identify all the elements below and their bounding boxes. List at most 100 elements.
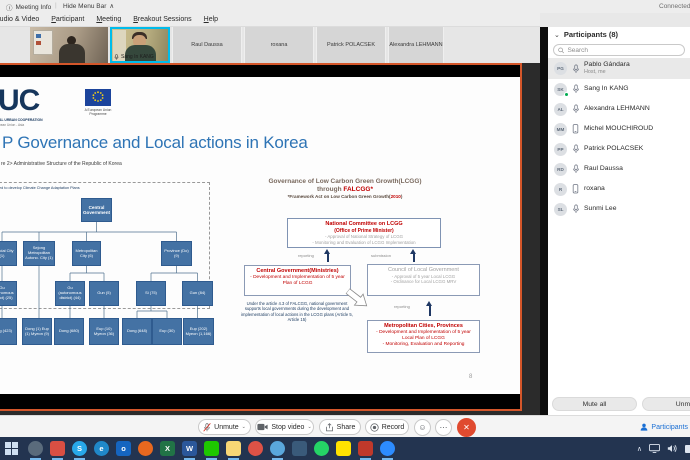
participant-row[interactable]: RD Raul Daussa	[548, 159, 690, 179]
hide-menu-bar-button[interactable]: Hide Menu Bar ∧	[63, 2, 114, 10]
org-box: Gu (autonomous district) (44)	[55, 281, 85, 306]
mic-icon	[571, 164, 580, 174]
lcgg-note: Under the article 4.3 of FALCGG, nationa…	[241, 301, 353, 323]
figure-caption: re 2> Administrative Structure of the Re…	[1, 161, 122, 167]
video-tile-active-speaker[interactable]: Sang In KANG	[110, 27, 170, 63]
name-tile[interactable]: Raul Daussa	[172, 27, 242, 63]
info-icon: ⓘ	[6, 2, 13, 12]
more-icon: ⋯	[440, 423, 448, 432]
taskbar-icon-zoom[interactable]	[380, 441, 395, 456]
name-tile[interactable]: Patrick POLACSEK	[316, 27, 386, 63]
menu-breakout-sessions[interactable]: Breakout Sessions	[133, 16, 191, 23]
video-tile-1[interactable]	[30, 27, 108, 63]
org-box-root: Central Government	[81, 198, 112, 222]
org-box: Dong (1) Eup (1) Myeon (9)	[22, 318, 52, 345]
stop-video-button[interactable]: Stop video ⌄	[255, 419, 314, 435]
participant-row[interactable]: MM Michel MOUCHIROUD	[548, 119, 690, 139]
mic-icon	[571, 144, 580, 154]
search-icon	[558, 47, 564, 54]
avatar: AL	[554, 103, 567, 116]
system-tray: ∧	[637, 437, 690, 460]
menubar: Audio & Video Participant Meeting Breako…	[0, 13, 540, 27]
mic-icon	[571, 64, 580, 74]
iuc-logo: UC	[0, 86, 39, 116]
taskbar-icon-kakaotalk[interactable]	[336, 441, 351, 456]
name-tile[interactable]: Alexandra LEHMANN	[388, 27, 444, 63]
speaker-icon[interactable]	[667, 444, 677, 453]
video-name-label: Sang In KANG	[114, 54, 154, 60]
titlebar-divider: |	[55, 2, 57, 9]
taskbar-icon-people[interactable]	[28, 441, 43, 456]
reporting-label: reporting	[394, 304, 410, 309]
taskbar-icon-chrome[interactable]	[248, 441, 263, 456]
org-box: Dong (648)	[122, 318, 152, 345]
mic-icon	[571, 204, 580, 214]
participant-row[interactable]: AL Alexandra LEHMANN	[548, 99, 690, 119]
mic-icon	[571, 104, 580, 114]
phone-icon	[571, 184, 580, 194]
org-box: Eup (30)	[152, 318, 182, 345]
chevron-down-icon[interactable]: ⌄	[242, 424, 246, 430]
taskbar-icon-outlook[interactable]: o	[116, 441, 131, 456]
taskbar-icon-excel[interactable]: X	[160, 441, 175, 456]
menu-participant[interactable]: Participant	[51, 16, 84, 23]
taskbar-icon-edge[interactable]: e	[94, 441, 109, 456]
video-filmstrip: Sang In KANG Raul Daussa roxana Patrick …	[0, 27, 540, 63]
connection-status: Connected	[659, 3, 690, 10]
participants-toggle-button[interactable]: Participants	[640, 423, 688, 431]
name-tile[interactable]: roxana	[244, 27, 314, 63]
taskbar-icon-app-navy[interactable]	[292, 441, 307, 456]
close-icon: ✕	[463, 423, 470, 432]
host-label: Host, me	[584, 69, 630, 75]
shared-screen-window: UC AL URBAN COOPERATION pean Union - Asi…	[0, 63, 522, 411]
org-box: Dong (680)	[54, 318, 84, 345]
unmute-button[interactable]: Unmute ⌄	[198, 419, 251, 435]
up-arrow	[426, 301, 433, 316]
org-box: Si (75)	[136, 281, 166, 306]
reporting-label: reporting	[298, 253, 314, 258]
taskbar-icon-app-red-white[interactable]	[50, 441, 65, 456]
leave-meeting-button[interactable]: ✕	[457, 418, 476, 437]
unmute-all-button[interactable]: Unmute all	[642, 397, 690, 411]
taskbar-icon-file-explorer[interactable]	[226, 441, 241, 456]
org-box: Eup (10) Myeon (36)	[89, 318, 119, 345]
taskbar-icon-app-blue[interactable]	[270, 441, 285, 456]
participant-row[interactable]: PG Pablo GándaraHost, me	[548, 58, 690, 79]
participants-header[interactable]: ⌄ Participants (8)	[554, 30, 618, 39]
menu-help[interactable]: Help	[204, 16, 218, 23]
menu-audio-video[interactable]: Audio & Video	[0, 16, 39, 23]
up-arrow	[324, 249, 331, 262]
lcgg-council-box: Council of Local Government - Approval o…	[367, 264, 480, 296]
taskbar-icon-whatsapp[interactable]	[314, 441, 329, 456]
reactions-button[interactable]: ☺	[414, 419, 431, 436]
participant-row[interactable]: SL Sunmi Lee	[548, 199, 690, 219]
chevron-down-icon[interactable]: ⌄	[307, 424, 311, 430]
meeting-controls: Unmute ⌄ Stop video ⌄ Share Record ☺ ⋯ ✕…	[0, 415, 690, 437]
more-options-button[interactable]: ⋯	[435, 419, 452, 436]
taskbar-icon-word[interactable]: W	[182, 441, 197, 456]
submission-label: submission	[371, 253, 391, 258]
search-input[interactable]	[567, 47, 680, 54]
taskbar-icon-firefox[interactable]	[138, 441, 153, 456]
menu-meeting[interactable]: Meeting	[96, 16, 121, 23]
participant-row[interactable]: SK Sang In KANG	[548, 79, 690, 99]
shared-screen-stage: UC AL URBAN COOPERATION pean Union - Asi…	[0, 63, 548, 415]
start-button[interactable]	[5, 442, 18, 455]
org-box: Gun (5)	[89, 281, 119, 306]
record-button[interactable]: Record	[365, 419, 409, 435]
participants-panel: ⌄ Participants (8) PG Pablo GándaraHost,…	[548, 27, 690, 415]
presentation-slide: UC AL URBAN COOPERATION pean Union - Asi…	[0, 77, 520, 394]
taskbar-icon-cloud-green[interactable]	[204, 441, 219, 456]
participants-search[interactable]	[553, 44, 685, 56]
participants-list: PG Pablo GándaraHost, me SK Sang In KANG…	[548, 58, 690, 219]
participant-row[interactable]: R roxana	[548, 179, 690, 199]
share-button[interactable]: Share	[319, 419, 361, 435]
tray-caret-icon[interactable]: ∧	[637, 445, 642, 453]
mute-all-button[interactable]: Mute all	[552, 397, 637, 411]
meeting-info-button[interactable]: ⓘ Meeting Info	[6, 2, 51, 12]
participant-row[interactable]: PP Patrick POLACSEK	[548, 139, 690, 159]
taskbar-icon-skype[interactable]: S	[72, 441, 87, 456]
tray-icon-partial[interactable]	[684, 444, 690, 454]
taskbar-icon-app-red[interactable]	[358, 441, 373, 456]
network-display-icon[interactable]	[649, 444, 660, 453]
